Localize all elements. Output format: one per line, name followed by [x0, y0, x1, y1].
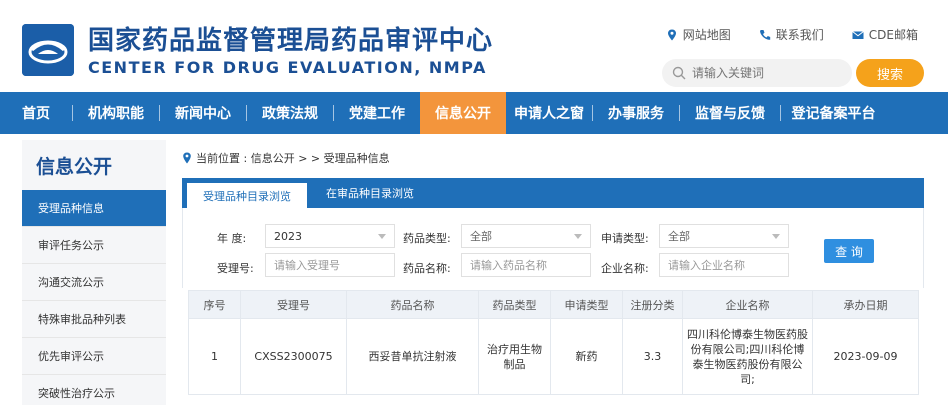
- sidebar-title: 信息公开: [36, 155, 113, 178]
- cell-accept-no: CXSS2300075: [240, 318, 347, 395]
- main-nav: 首页 机构职能 新闻中心 政策法规 党建工作 信息公开 申请人之窗 办事服务 监…: [0, 92, 948, 134]
- year-value: 2023: [274, 229, 302, 243]
- year-label: 年 度:: [217, 232, 247, 245]
- cell-drug-type: 治疗用生物制品: [478, 318, 551, 395]
- drug-name-label: 药品名称:: [403, 262, 451, 275]
- table-row[interactable]: 1 CXSS2300075 西妥昔单抗注射液 治疗用生物制品 新药 3.3 四川…: [188, 318, 919, 395]
- cde-logo-icon[interactable]: [22, 24, 74, 76]
- nav-party[interactable]: 党建工作: [334, 92, 420, 134]
- results-table: 序号 受理号 药品名称 药品类型 申请类型 注册分类 企业名称 承办日期 1 C…: [188, 290, 919, 395]
- location-pin-icon: [183, 152, 191, 164]
- col-header-company: 企业名称: [682, 290, 813, 319]
- nav-services[interactable]: 办事服务: [593, 92, 679, 134]
- apply-type-label: 申请类型:: [601, 232, 649, 245]
- sidebar-item-special-approval[interactable]: 特殊审批品种列表: [22, 301, 166, 338]
- mail-link[interactable]: CDE邮箱: [851, 26, 918, 43]
- chevron-down-icon: [378, 234, 386, 239]
- sitemap-label: 网站地图: [682, 28, 731, 42]
- drug-name-input[interactable]: 请输入药品名称: [461, 253, 591, 277]
- site-title-cn: 国家药品监督管理局药品审评中心: [88, 26, 494, 56]
- sidebar: 信息公开 受理品种信息 审评任务公示 沟通交流公示 特殊审批品种列表 优先审评公…: [22, 140, 166, 405]
- cell-reg-class: 3.3: [622, 318, 683, 395]
- phone-icon: [759, 29, 770, 40]
- company-input[interactable]: 请输入企业名称: [659, 253, 789, 277]
- cell-date: 2023-09-09: [812, 318, 919, 395]
- tab-accepted-catalog[interactable]: 受理品种目录浏览: [186, 182, 308, 208]
- col-header-drug-type: 药品类型: [478, 290, 551, 319]
- accept-no-label: 受理号:: [217, 262, 254, 275]
- contact-link[interactable]: 联系我们: [759, 26, 824, 43]
- query-button[interactable]: 查 询: [824, 239, 874, 263]
- nav-applicant[interactable]: 申请人之窗: [506, 92, 592, 134]
- cell-index: 1: [188, 318, 241, 395]
- chevron-down-icon: [772, 234, 780, 239]
- year-select[interactable]: 2023: [265, 224, 395, 248]
- mail-label: CDE邮箱: [868, 28, 918, 42]
- col-header-reg-class: 注册分类: [622, 290, 683, 319]
- filter-panel: 年 度: 2023 药品类型: 全部 申请类型: 全部 受理号: 请输入受理号 …: [182, 208, 924, 288]
- company-label: 企业名称:: [601, 262, 649, 275]
- nav-functions[interactable]: 机构职能: [73, 92, 159, 134]
- cell-company: 四川科伦博泰生物医药股份有限公司;四川科伦博泰生物医药股份有限公司;: [682, 318, 813, 395]
- search-box: [662, 59, 852, 87]
- col-header-accept-no: 受理号: [240, 290, 347, 319]
- sidebar-item-accepted[interactable]: 受理品种信息: [22, 190, 166, 227]
- search-icon: [672, 66, 686, 80]
- sidebar-item-communication[interactable]: 沟通交流公示: [22, 264, 166, 301]
- nav-policy[interactable]: 政策法规: [247, 92, 333, 134]
- apply-type-value: 全部: [668, 230, 690, 243]
- site-header: 国家药品监督管理局药品审评中心 CENTER FOR DRUG EVALUATI…: [0, 0, 948, 92]
- drug-type-value: 全部: [470, 230, 492, 243]
- search-input[interactable]: [692, 66, 842, 80]
- breadcrumb-text: 当前位置 : 信息公开 > > 受理品种信息: [196, 152, 390, 165]
- col-header-date: 承办日期: [812, 290, 919, 319]
- search-button[interactable]: 搜索: [856, 59, 924, 87]
- cell-apply-type: 新药: [550, 318, 623, 395]
- sidebar-item-priority-review[interactable]: 优先审评公示: [22, 338, 166, 375]
- sidebar-item-review-tasks[interactable]: 审评任务公示: [22, 227, 166, 264]
- apply-type-select[interactable]: 全部: [659, 224, 789, 248]
- tab-under-review-catalog[interactable]: 在审品种目录浏览: [308, 178, 432, 208]
- col-header-apply-type: 申请类型: [550, 290, 623, 319]
- sitemap-link[interactable]: 网站地图: [666, 26, 731, 43]
- location-pin-icon: [667, 29, 676, 40]
- tab-bar: 受理品种目录浏览 在审品种目录浏览: [182, 178, 924, 208]
- table-header-row: 序号 受理号 药品名称 药品类型 申请类型 注册分类 企业名称 承办日期: [188, 290, 919, 319]
- top-links: 网站地图 联系我们 CDE邮箱: [666, 26, 918, 43]
- chevron-down-icon: [574, 234, 582, 239]
- drug-type-label: 药品类型:: [403, 232, 451, 245]
- nav-registration[interactable]: 登记备案平台: [781, 92, 886, 134]
- drug-type-select[interactable]: 全部: [461, 224, 591, 248]
- col-header-index: 序号: [188, 290, 241, 319]
- accept-no-input[interactable]: 请输入受理号: [265, 253, 395, 277]
- mail-icon: [851, 30, 864, 39]
- nav-feedback[interactable]: 监督与反馈: [680, 92, 780, 134]
- cell-drug-name: 西妥昔单抗注射液: [346, 318, 479, 395]
- sidebar-item-breakthrough[interactable]: 突破性治疗公示: [22, 375, 166, 405]
- nav-info-public[interactable]: 信息公开: [420, 92, 506, 134]
- site-title-en: CENTER FOR DRUG EVALUATION, NMPA: [88, 58, 487, 77]
- nav-news[interactable]: 新闻中心: [160, 92, 246, 134]
- col-header-drug-name: 药品名称: [346, 290, 479, 319]
- breadcrumb: 当前位置 : 信息公开 > > 受理品种信息: [182, 150, 390, 166]
- nav-home[interactable]: 首页: [0, 92, 72, 134]
- contact-label: 联系我们: [775, 28, 824, 42]
